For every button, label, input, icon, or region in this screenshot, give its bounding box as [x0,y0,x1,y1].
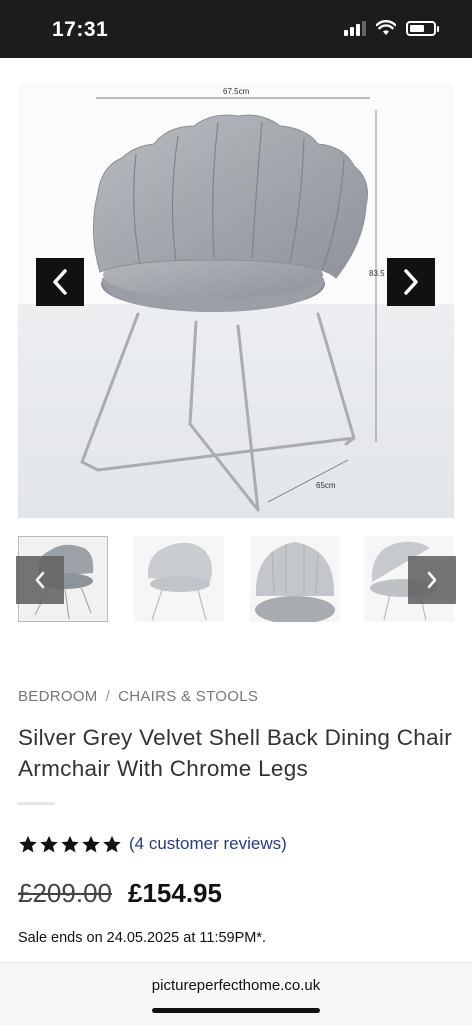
browser-address-bar[interactable]: pictureperfecthome.co.uk [0,962,472,1025]
chevron-right-icon [427,571,437,589]
wifi-icon [376,20,396,35]
star-icon [19,835,37,852]
product-rating: (4 customer reviews) [18,834,287,854]
customer-reviews-link[interactable]: (4 customer reviews) [129,834,287,854]
status-icons [344,20,439,36]
thumbnail-strip [16,536,456,624]
breadcrumb-separator: / [105,688,111,705]
home-indicator[interactable] [152,1008,320,1013]
star-icon [61,835,79,852]
breadcrumb-link-chairs-stools[interactable]: CHAIRS & STOOLS [118,688,258,705]
dimension-depth-label: 65cm [316,481,336,490]
star-icon [40,835,58,852]
price-block: £209.00 £154.95 [18,878,222,909]
cellular-signal-icon [344,20,366,36]
thumbnail-3-image [250,536,340,622]
chevron-right-icon [404,269,418,295]
sale-price: £154.95 [127,878,222,908]
dimension-height-label: 83.5 [369,269,385,278]
star-icon [103,835,121,852]
thumbnails-prev-button[interactable] [16,556,64,604]
status-time: 17:31 [52,18,109,41]
status-bar: 17:31 [0,0,472,58]
product-title: Silver Grey Velvet Shell Back Dining Cha… [18,725,453,781]
main-image-next-button[interactable] [387,258,435,306]
sale-end-notice: Sale ends on 24.05.2025 at 11:59PM*. [18,930,267,946]
url-text[interactable]: pictureperfecthome.co.uk [0,977,472,994]
star-icon [82,835,100,852]
chevron-left-icon [53,269,67,295]
star-rating [18,835,122,854]
battery-icon [406,20,439,36]
chevron-left-icon [35,571,45,589]
original-price: £209.00 [18,878,112,908]
thumbnail-3[interactable] [250,536,340,622]
title-divider [18,802,54,805]
dimension-width-label: 67.5cm [223,87,250,96]
main-image-prev-button[interactable] [36,258,84,306]
thumbnails-next-button[interactable] [408,556,456,604]
breadcrumb-link-bedroom[interactable]: BEDROOM [18,688,98,705]
thumbnail-2[interactable] [134,536,224,622]
thumbnail-2-image [134,536,224,622]
product-main-image[interactable]: 67.5cm 83.5 65cm [18,82,454,518]
breadcrumb: BEDROOM / CHAIRS & STOOLS [18,688,258,705]
